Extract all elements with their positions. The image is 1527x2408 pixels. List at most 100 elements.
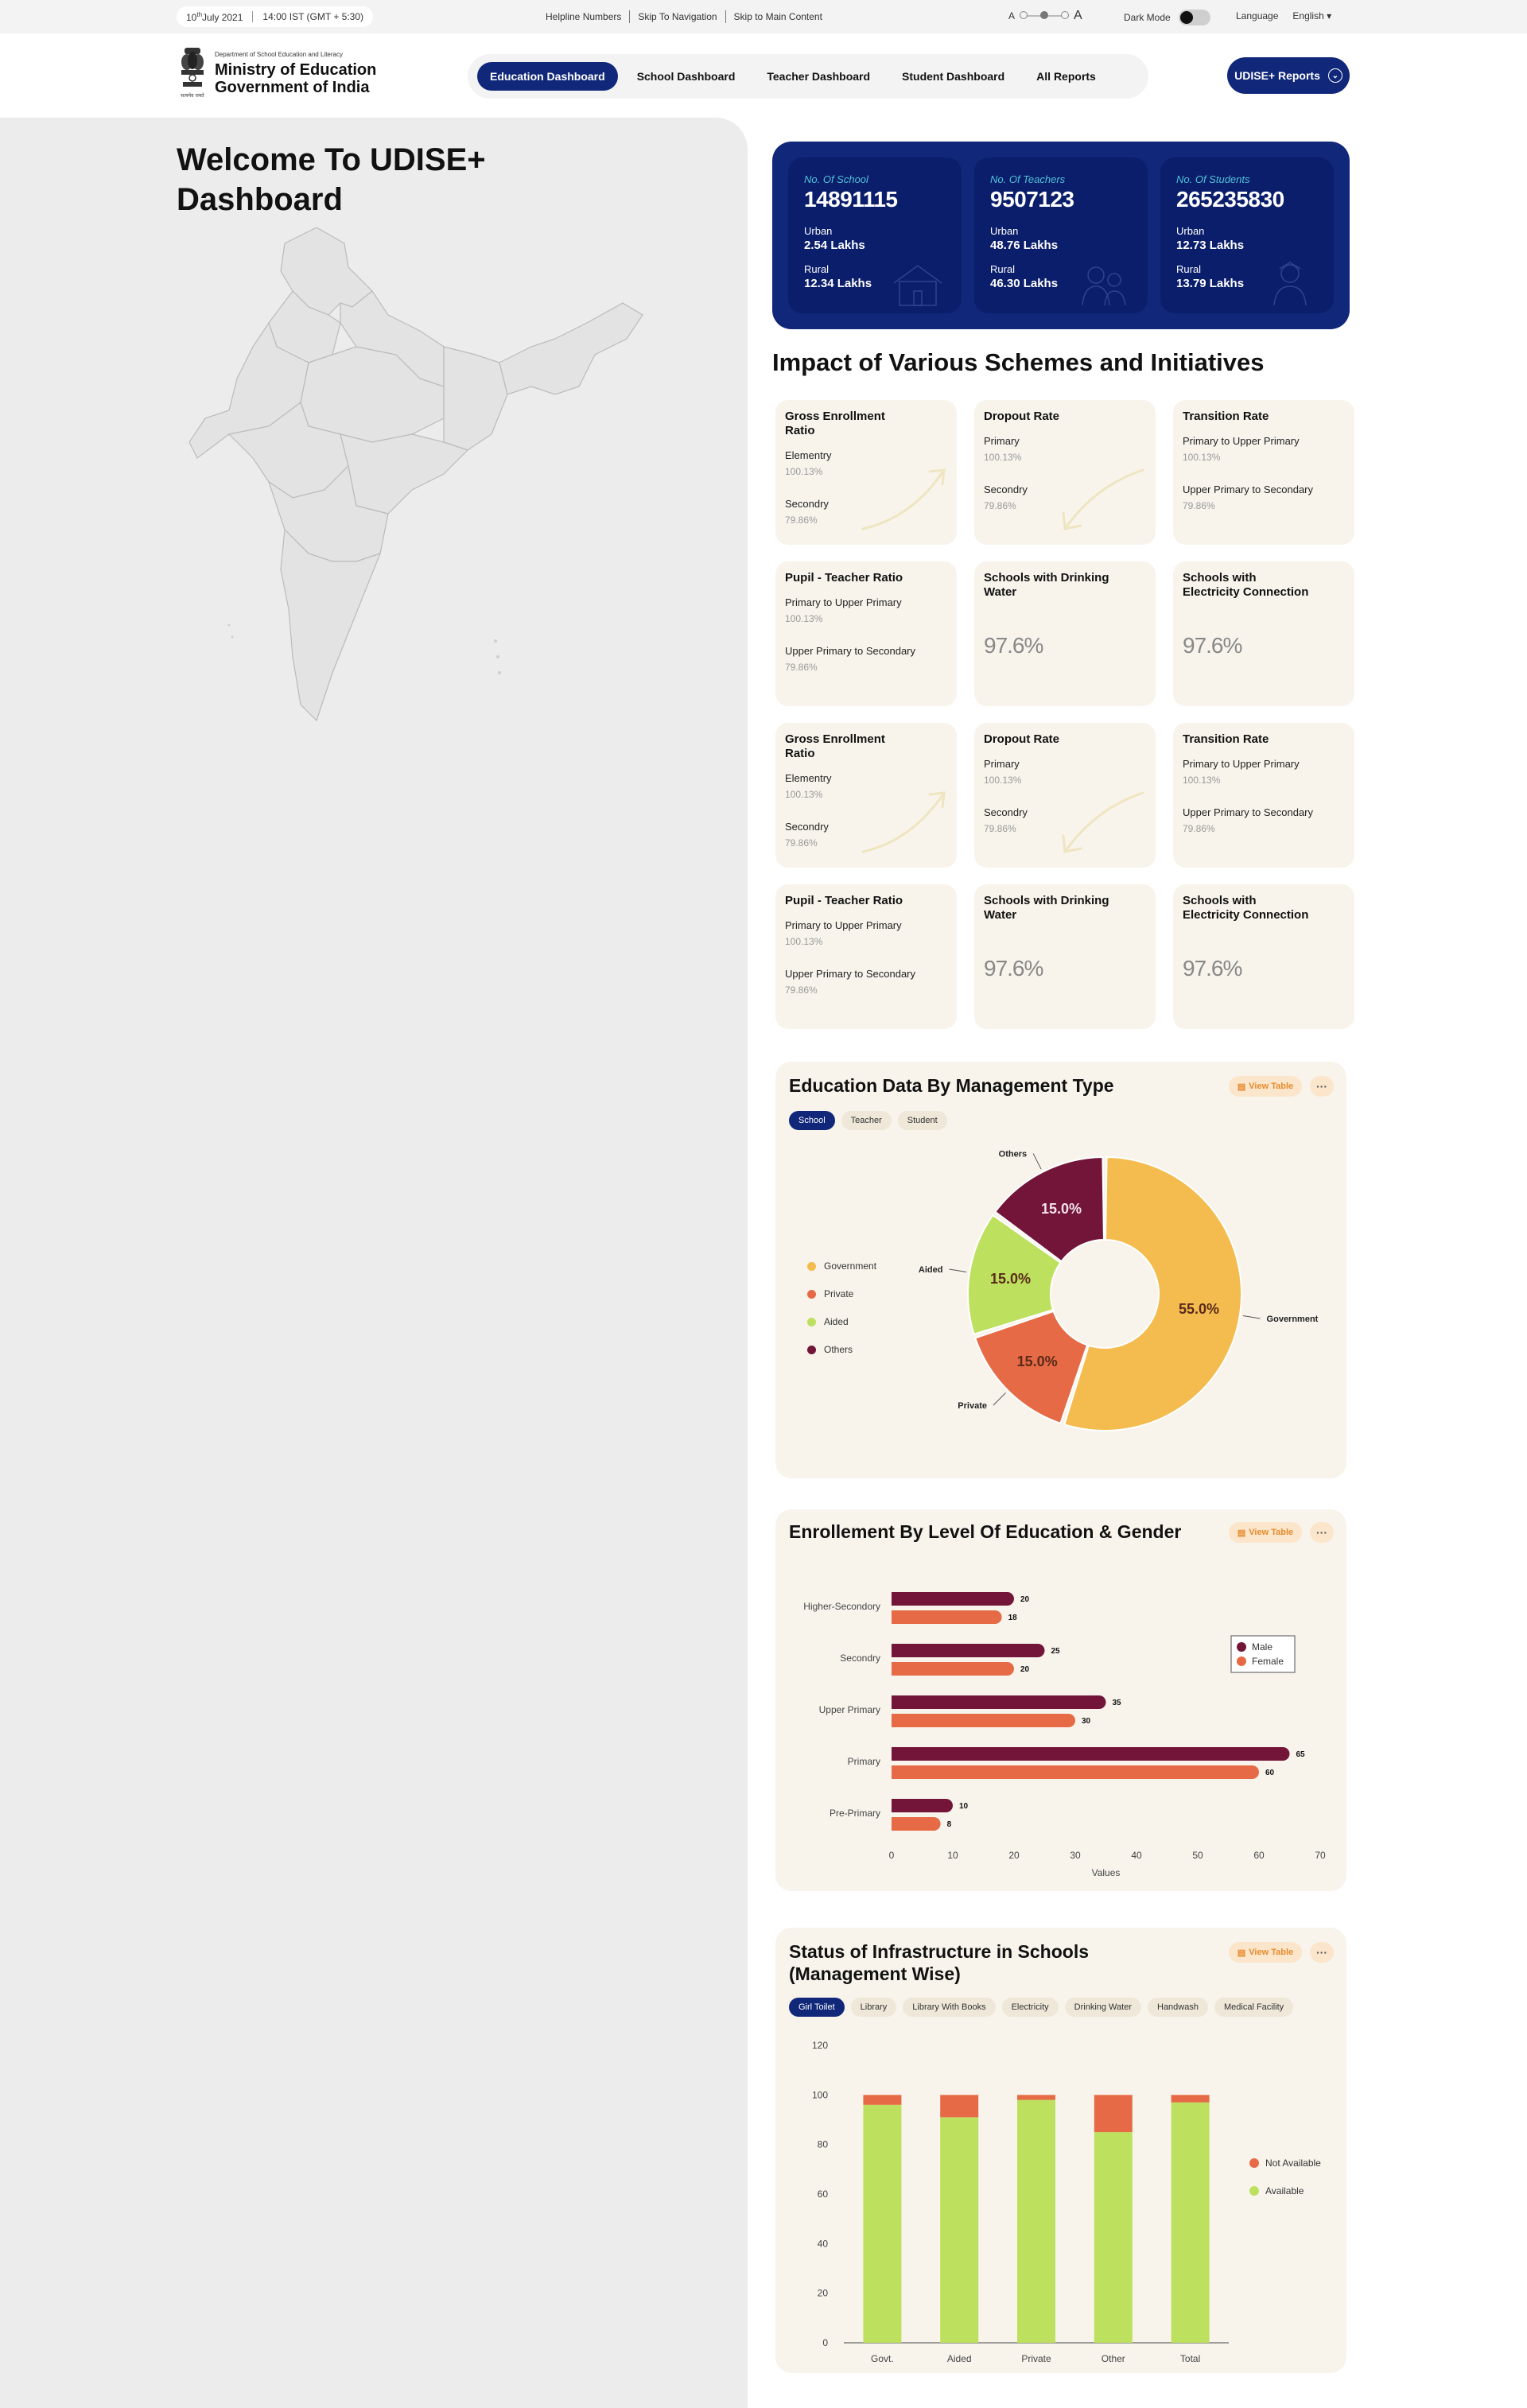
bar-data-label: 60	[1265, 1769, 1275, 1777]
card-metric-value: 100.13%	[1183, 452, 1221, 463]
view-table-button[interactable]: ▤ View Table	[1229, 1076, 1302, 1097]
map-region-east-coast	[340, 433, 469, 515]
card-metric-value: 100.13%	[984, 452, 1022, 463]
impact-card[interactable]: Schools with Drinking Water 97.6%	[974, 561, 1156, 706]
pie-leader-line	[1032, 1153, 1042, 1170]
bar-available	[863, 2104, 902, 2343]
y-tick-label: Pre-Primary	[830, 1808, 880, 1819]
impact-card[interactable]: Gross Enrollment Ratio Elementry 100.13% Se…	[775, 723, 957, 868]
tab-library[interactable]: Library	[850, 1998, 897, 2017]
government-name: Government of India	[215, 79, 370, 96]
impact-card[interactable]: Schools with Electricity Connection 97.6%	[1173, 561, 1354, 706]
nav-school-dashboard[interactable]: School Dashboard	[624, 62, 748, 91]
bar-base	[892, 1765, 905, 1779]
y-tick-label: Secondry	[840, 1653, 880, 1664]
more-options-button[interactable]: ···	[1310, 1522, 1334, 1543]
card-metric-label: Primary to Upper Primary	[785, 919, 902, 931]
language-label: Language	[1236, 10, 1279, 21]
legend-swatch	[1237, 1656, 1246, 1666]
enrollment-bar-chart[interactable]: Higher-Secondory 20 18 Secondry 25 20 Upper Pr…	[775, 1552, 1346, 1886]
impact-card[interactable]: Gross Enrollment Ratio Elementry 100.13% Se…	[775, 400, 957, 545]
card-metric-value: 100.13%	[1183, 775, 1221, 786]
language-select[interactable]: English ▾	[1292, 10, 1331, 21]
management-chart-panel: Education Data By Management Type ▤ View …	[775, 1062, 1346, 1478]
card-metric-value: 79.86%	[785, 662, 818, 673]
udise-reports-button[interactable]: UDISE+ Reports ⌄	[1227, 57, 1350, 94]
x-tick-label: 70	[1315, 1850, 1326, 1861]
card-value: 97.6%	[1183, 956, 1242, 981]
management-pie-chart[interactable]: 55.0% Government 15.0% Private 15.0% Aided 15.…	[775, 1125, 1346, 1475]
y-tick-label: 20	[818, 2288, 829, 2299]
font-size-slider[interactable]	[1020, 11, 1070, 19]
impact-card[interactable]: Schools with Drinking Water 97.6%	[974, 884, 1156, 1029]
view-table-button[interactable]: ▤ View Table	[1229, 1942, 1302, 1963]
card-metric-label: Primary to Upper Primary	[1183, 758, 1300, 770]
india-map[interactable]	[181, 227, 659, 752]
font-small-label[interactable]: A	[1008, 10, 1015, 21]
impact-card[interactable]: Dropout Rate Primary 100.13% Secondry 79.86%	[974, 723, 1156, 868]
pie-category-label: Private	[958, 1401, 987, 1411]
stat-value: 265235830	[1176, 187, 1284, 212]
stats-banner: No. Of School 14891115 Urban 2.54 Lakhs …	[772, 142, 1350, 329]
dark-mode-control[interactable]: Dark Mode	[1124, 10, 1210, 25]
x-tick-label: 10	[947, 1850, 958, 1861]
impact-card[interactable]: Pupil - Teacher Ratio Primary to Upper Pr…	[775, 561, 957, 706]
tab-medical-facility[interactable]: Medical Facility	[1214, 1998, 1294, 2017]
view-table-button[interactable]: ▤ View Table	[1229, 1522, 1302, 1543]
dark-mode-toggle[interactable]	[1178, 10, 1210, 25]
bar-legend: Male Female	[1230, 1635, 1296, 1673]
card-metric-label: Primary to Upper Primary	[785, 596, 902, 608]
impact-card[interactable]: Dropout Rate Primary 100.13% Secondry 79.86%	[974, 400, 1156, 545]
pie-data-label: 15.0%	[1017, 1354, 1058, 1369]
font-size-control[interactable]: A A	[1008, 9, 1082, 23]
y-tick-label: Upper Primary	[819, 1704, 880, 1715]
x-axis-label: Values	[1092, 1867, 1121, 1878]
impact-card[interactable]: Pupil - Teacher Ratio Primary to Upper Pr…	[775, 884, 957, 1029]
skip-navigation-link[interactable]: Skip To Navigation	[630, 10, 726, 23]
nav-student-dashboard[interactable]: Student Dashboard	[889, 62, 1017, 91]
nav-teacher-dashboard[interactable]: Teacher Dashboard	[754, 62, 883, 91]
stat-card-schools[interactable]: No. Of School 14891115 Urban 2.54 Lakhs …	[788, 157, 962, 313]
card-title: Gross Enrollment Ratio	[785, 410, 885, 437]
ministry-logo-text[interactable]: Department of School Education and Liter…	[215, 51, 376, 96]
more-options-button[interactable]: ···	[1310, 1942, 1334, 1963]
bar-base	[892, 1714, 905, 1727]
tab-electricity[interactable]: Electricity	[1001, 1998, 1059, 2017]
bar-female	[892, 1610, 1002, 1624]
tab-library-with-books[interactable]: Library With Books	[903, 1998, 996, 2017]
bar-female	[892, 1765, 1259, 1779]
bar-male	[892, 1644, 1045, 1657]
tab-handwash[interactable]: Handwash	[1148, 1998, 1208, 2017]
impact-card[interactable]: Transition Rate Primary to Upper Primary 1…	[1173, 723, 1354, 868]
pie-data-label: 15.0%	[1041, 1201, 1082, 1217]
more-options-button[interactable]: ···	[1310, 1076, 1334, 1097]
pie-data-label: 55.0%	[1179, 1301, 1219, 1317]
card-title: Schools with Drinking Water	[984, 894, 1109, 922]
teacher-icon	[1082, 266, 1126, 306]
card-title: Transition Rate	[1183, 410, 1269, 423]
tab-girl-toilet[interactable]: Girl Toilet	[789, 1998, 845, 2017]
language-control[interactable]: Language English ▾	[1236, 10, 1331, 21]
stat-card-teachers[interactable]: No. Of Teachers 9507123 Urban 48.76 Lakh…	[974, 157, 1148, 313]
bar-male	[892, 1695, 1106, 1709]
nav-all-reports[interactable]: All Reports	[1024, 62, 1109, 91]
chevron-down-icon: ▾	[1327, 10, 1332, 21]
skip-main-content-link[interactable]: Skip to Main Content	[726, 10, 830, 23]
date-text: 10thJuly 2021	[186, 10, 243, 23]
stat-label: No. Of Teachers	[990, 173, 1066, 185]
legend-label: Male	[1252, 1641, 1272, 1653]
font-large-label[interactable]: A	[1074, 9, 1082, 23]
impact-card[interactable]: Transition Rate Primary to Upper Primary 1…	[1173, 400, 1354, 545]
x-tick-label: 30	[1070, 1850, 1081, 1861]
national-emblem-icon: सत्यमेव जयते	[181, 48, 204, 99]
nav-education-dashboard[interactable]: Education Dashboard	[477, 62, 618, 91]
stat-card-students[interactable]: No. Of Students 265235830 Urban 12.73 La…	[1160, 157, 1334, 313]
tab-drinking-water[interactable]: Drinking Water	[1064, 1998, 1141, 2017]
infrastructure-stacked-bar-chart[interactable]: 0 20 40 60 80 100 120 Govt. Aided Private Other Tot…	[775, 2020, 1346, 2370]
helpline-link[interactable]: Helpline Numbers	[538, 10, 631, 23]
card-title: Schools with Drinking Water	[984, 571, 1109, 599]
card-metric-label: Upper Primary to Secondary	[785, 645, 916, 657]
impact-card[interactable]: Schools with Electricity Connection 97.6%	[1173, 884, 1354, 1029]
trend-up-arrow-icon	[861, 791, 946, 853]
stat-urban-label: Urban	[1176, 225, 1205, 237]
